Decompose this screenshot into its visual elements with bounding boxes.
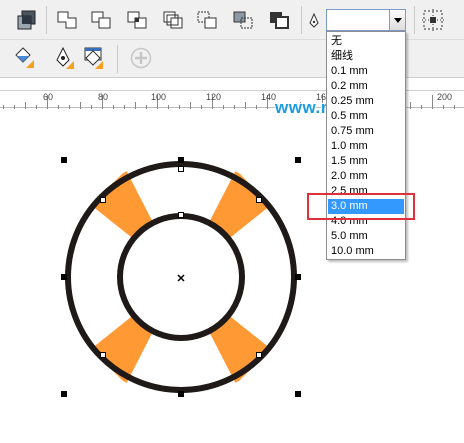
- outline-option[interactable]: 0.2 mm: [328, 79, 404, 94]
- outline-option[interactable]: 1.0 mm: [328, 139, 404, 154]
- outline-option[interactable]: 2.0 mm: [328, 169, 404, 184]
- selection-handle[interactable]: [178, 157, 184, 163]
- selection-handle[interactable]: [295, 391, 301, 397]
- outline-width-list[interactable]: 无 细线 0.1 mm 0.2 mm 0.25 mm 0.5 mm 0.75 m…: [326, 31, 406, 260]
- outline-option[interactable]: 0.5 mm: [328, 109, 404, 124]
- selection-handle[interactable]: [61, 391, 67, 397]
- outline-option[interactable]: 细线: [328, 49, 404, 64]
- outline-option[interactable]: 1.5 mm: [328, 154, 404, 169]
- selection-handle[interactable]: [295, 274, 301, 280]
- selection-handle[interactable]: [61, 274, 67, 280]
- selection-handle[interactable]: [295, 157, 301, 163]
- outline-option[interactable]: 0.25 mm: [328, 94, 404, 109]
- outline-option[interactable]: 10.0 mm: [328, 244, 404, 259]
- outline-option[interactable]: 无: [328, 34, 404, 49]
- outline-option[interactable]: 0.75 mm: [328, 124, 404, 139]
- outline-option[interactable]: 5.0 mm: [328, 229, 404, 244]
- selection-handle[interactable]: [178, 391, 184, 397]
- outline-option[interactable]: 0.1 mm: [328, 64, 404, 79]
- highlight-annotation: [307, 193, 415, 220]
- selection-handle[interactable]: [61, 157, 67, 163]
